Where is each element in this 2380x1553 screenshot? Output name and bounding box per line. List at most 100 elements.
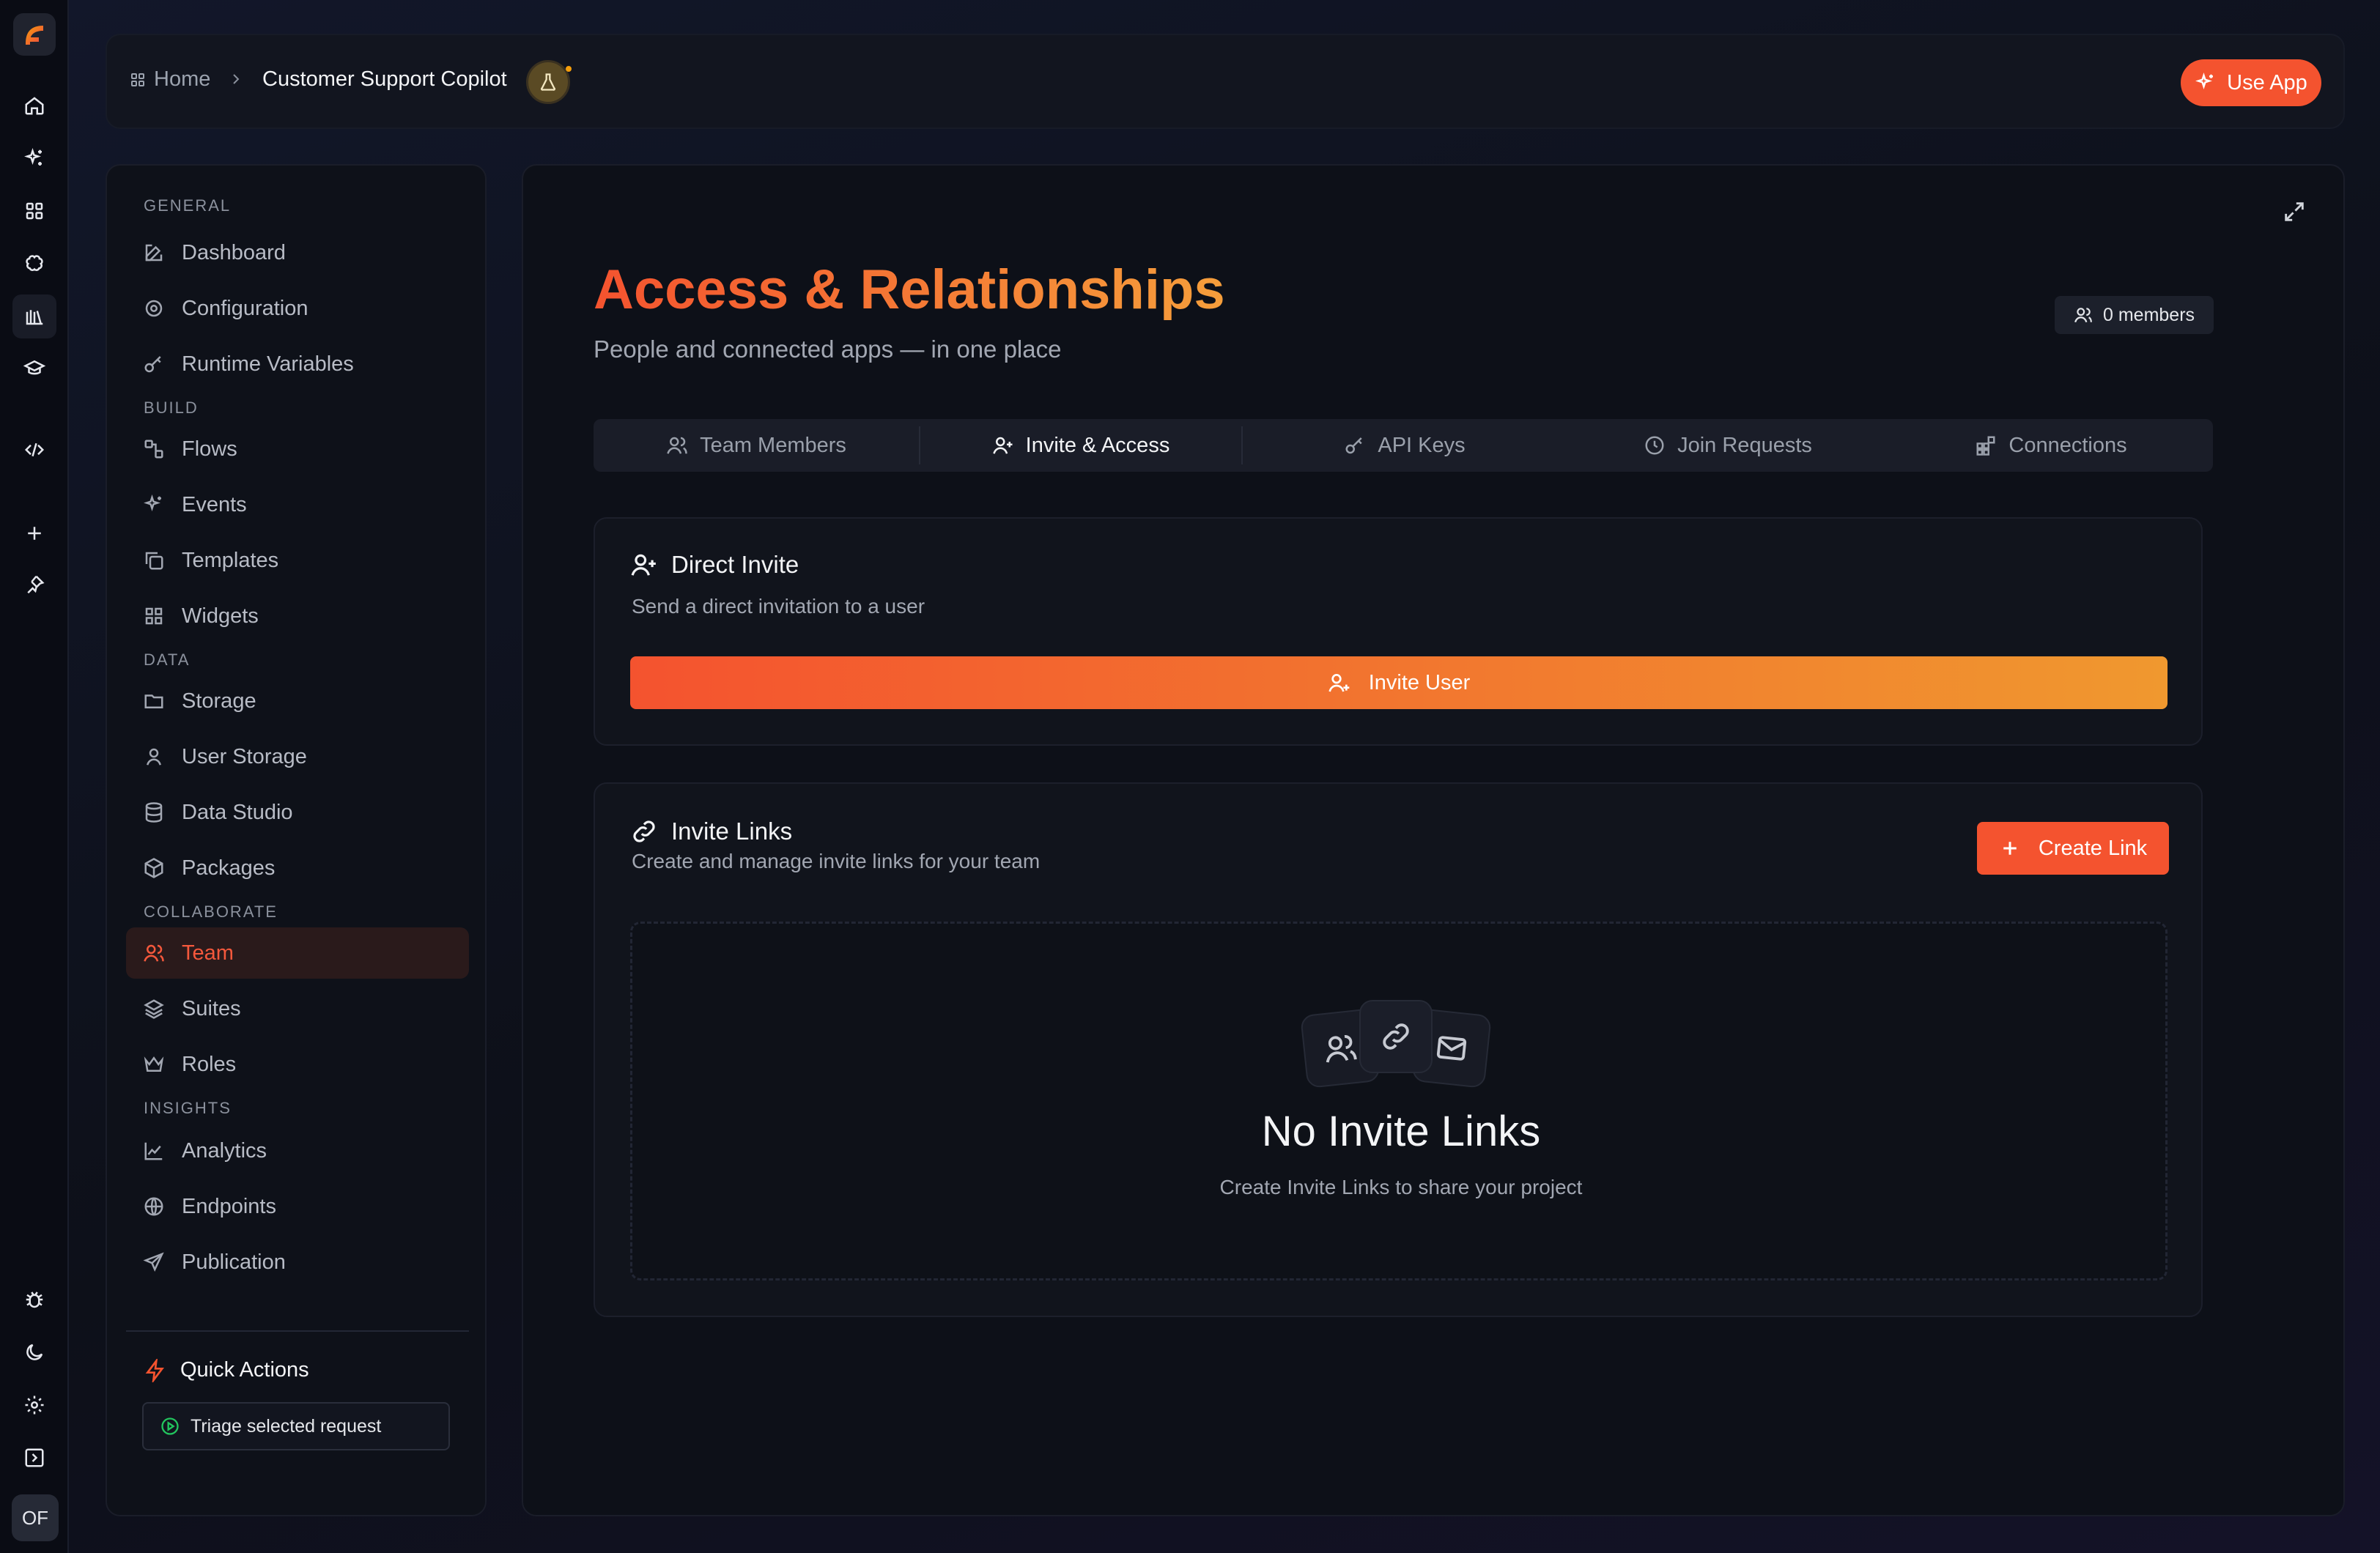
sidebar-item-label: Team [182, 941, 234, 965]
section-label-general: GENERAL [144, 196, 232, 215]
rail-code-button[interactable] [12, 428, 56, 472]
section-label-collaborate: COLLABORATE [144, 902, 278, 921]
users-icon [1326, 1035, 1357, 1063]
rail-library-button[interactable] [12, 294, 56, 338]
tab-label: Join Requests [1677, 433, 1812, 457]
avatar-initials: OF [21, 1506, 49, 1529]
rail-brain-button[interactable] [12, 242, 56, 286]
empty-state-subtitle: Create Invite Links to share your projec… [1219, 1176, 1583, 1198]
rail-home-button[interactable] [12, 84, 56, 127]
breadcrumb-current: Customer Support Copilot [262, 67, 507, 91]
expand-icon [2285, 202, 2304, 221]
user-icon [147, 748, 161, 766]
beta-badge [526, 60, 570, 104]
breadcrumb-home-label: Home [154, 67, 211, 91]
rail-pin-button[interactable] [12, 563, 56, 607]
brain-icon [26, 255, 43, 271]
widgets-icon [145, 607, 163, 625]
chart-icon [144, 1142, 163, 1160]
tab-label: Invite & Access [1025, 433, 1170, 457]
invite-user-label: Invite User [1368, 670, 1471, 694]
rail-ai-button[interactable] [12, 136, 56, 180]
use-app-button[interactable]: Use App [2181, 59, 2321, 106]
quick-actions-label: Quick Actions [180, 1358, 309, 1382]
sidebar-item-configuration[interactable]: Configuration [126, 283, 469, 334]
sidebar-item-analytics[interactable]: Analytics [126, 1125, 469, 1176]
rail-theme-button[interactable] [12, 1330, 56, 1374]
direct-invite-title: Direct Invite [630, 551, 799, 579]
play-circle-icon [161, 1417, 179, 1435]
rail-apps-button[interactable] [12, 189, 56, 233]
sidebar-item-user-storage[interactable]: User Storage [126, 731, 469, 782]
members-count: 0 members [2103, 304, 2195, 325]
sidebar-item-team[interactable]: Team [126, 927, 469, 979]
breadcrumb-home[interactable]: Home [129, 67, 210, 92]
users-icon [144, 944, 164, 962]
page-title: Access & Relationships [594, 259, 1225, 321]
direct-invite-title-label: Direct Invite [671, 551, 799, 578]
invite-user-button[interactable]: Invite User [630, 656, 2168, 709]
tab-label: Team Members [700, 433, 846, 457]
empty-state: No Invite Links Create Invite Links to s… [630, 922, 2168, 1280]
sidebar-item-runtime-variables[interactable]: Runtime Variables [126, 338, 469, 390]
rail-debug-button[interactable] [12, 1278, 56, 1322]
sidebar-item-packages[interactable]: Packages [126, 842, 469, 894]
app-logo[interactable] [13, 13, 56, 56]
sidebar-item-flows[interactable]: Flows [126, 423, 469, 475]
connections-icon [1976, 436, 1995, 456]
chevron-right-icon [233, 74, 240, 84]
sparkles-icon [2195, 73, 2214, 89]
folder-icon [144, 694, 163, 708]
sidebar-item-events[interactable]: Events [126, 479, 469, 530]
sidebar-item-label: Data Studio [182, 800, 293, 824]
create-link-button[interactable]: Create Link [1977, 822, 2169, 875]
sidebar-item-endpoints[interactable]: Endpoints [126, 1181, 469, 1232]
sidebar-item-label: User Storage [182, 744, 307, 768]
sidebar-item-widgets[interactable]: Widgets [126, 590, 469, 642]
sidebar-item-label: Publication [182, 1250, 286, 1274]
logo-icon [26, 26, 43, 45]
invite-links-title: Invite Links [630, 818, 792, 845]
crown-icon [144, 1056, 164, 1072]
users-icon [667, 437, 687, 454]
tab-join-requests[interactable]: Join Requests [1567, 419, 1889, 472]
sidebar-item-label: Flows [182, 437, 237, 461]
database-icon [145, 802, 163, 823]
code-icon [24, 442, 45, 457]
user-avatar[interactable]: OF [12, 1494, 59, 1541]
sidebar-item-label: Analytics [182, 1138, 267, 1163]
sidebar-item-label: Templates [182, 548, 279, 572]
pin-icon [27, 575, 45, 594]
library-icon [26, 310, 43, 325]
copy-icon [145, 552, 163, 570]
invite-links-title-label: Invite Links [671, 818, 793, 845]
tab-team-members[interactable]: Team Members [594, 419, 919, 472]
direct-invite-card: Direct Invite Send a direct invitation t… [594, 517, 2203, 746]
rail-settings-button[interactable] [12, 1383, 56, 1427]
rail-learn-button[interactable] [12, 346, 56, 390]
clock-icon [1645, 436, 1664, 455]
sidebar-item-suites[interactable]: Suites [126, 983, 469, 1034]
members-count-badge: 0 members [2055, 296, 2214, 334]
gear-icon [25, 1396, 44, 1415]
sidebar-item-label: Roles [182, 1052, 237, 1076]
sidebar-item-roles[interactable]: Roles [126, 1039, 469, 1090]
expand-button[interactable] [2282, 199, 2307, 224]
sidebar-item-publication[interactable]: Publication [126, 1237, 469, 1288]
sidebar-item-dashboard[interactable]: Dashboard [126, 227, 469, 278]
tab-invite-access[interactable]: Invite & Access [920, 419, 1241, 472]
flow-icon [144, 440, 163, 459]
empty-link-tile [1359, 1000, 1433, 1073]
triage-request-button[interactable]: Triage selected request [142, 1402, 450, 1450]
quick-actions-title: Quick Actions [144, 1358, 309, 1382]
tab-api-keys[interactable]: API Keys [1243, 419, 1567, 472]
section-label-insights: INSIGHTS [144, 1099, 232, 1117]
rail-panel-button[interactable] [12, 1436, 56, 1480]
tab-connections[interactable]: Connections [1889, 419, 2213, 472]
layers-icon [144, 999, 164, 1019]
sidebar-item-data-studio[interactable]: Data Studio [126, 787, 469, 838]
edit-icon [145, 244, 163, 262]
sidebar-item-storage[interactable]: Storage [126, 675, 469, 727]
sidebar-item-templates[interactable]: Templates [126, 535, 469, 586]
rail-add-button[interactable] [12, 511, 56, 555]
